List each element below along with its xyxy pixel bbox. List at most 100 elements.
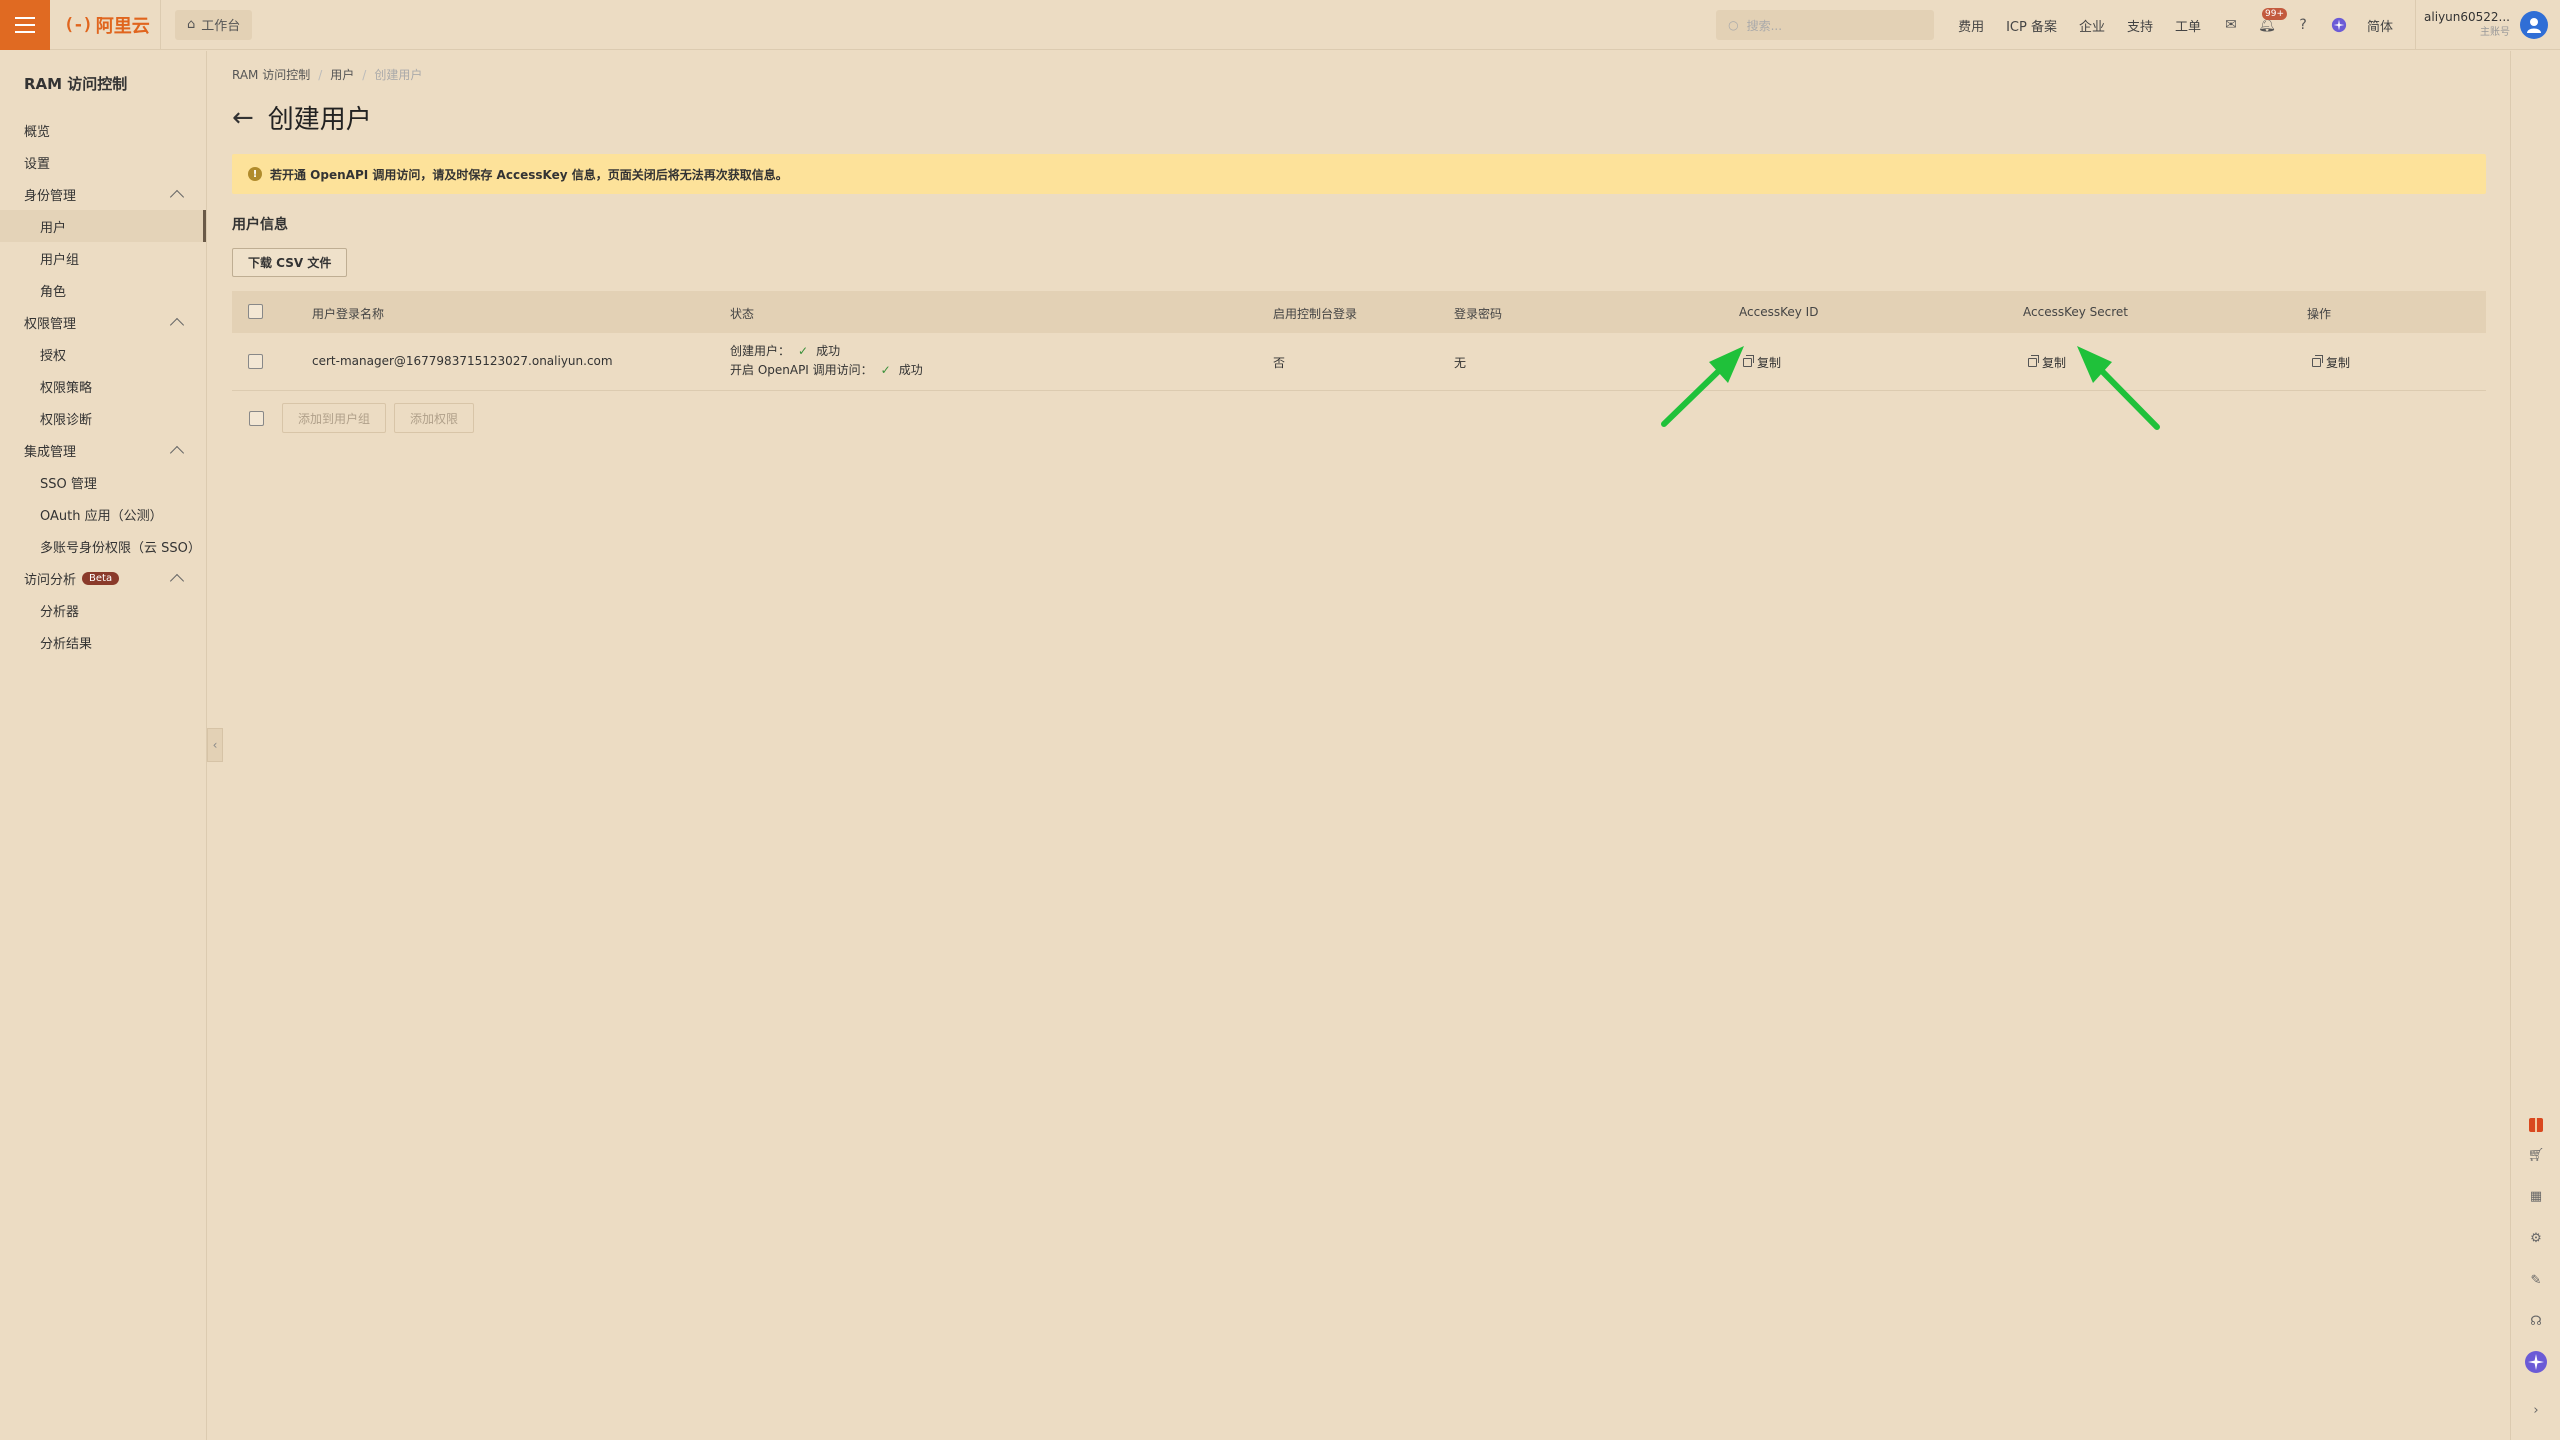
status-create-value: 成功 — [816, 344, 841, 358]
breadcrumb-separator: / — [318, 67, 323, 82]
top-link-ticket[interactable]: 工单 — [2175, 16, 2201, 35]
sidebar-title: RAM 访问控制 — [24, 75, 128, 93]
top-bar: (-) 阿里云 ⌂ 工作台 ○ 搜索... 费用 ICP 备案 企业 支持 工单… — [0, 0, 2560, 50]
status-create-label: 创建用户： — [730, 344, 791, 358]
chevron-left-icon: ‹ — [212, 738, 218, 752]
search-input[interactable]: ○ 搜索... — [1716, 10, 1935, 40]
console-login-value: 否 — [1273, 356, 1286, 370]
sidebar-item-diagnosis[interactable]: 权限诊断 — [0, 402, 206, 434]
chevron-up-icon — [169, 189, 185, 204]
header-operation: 操作 — [2307, 307, 2332, 321]
check-icon: ✓ — [798, 344, 809, 358]
copy-label: 复制 — [1757, 356, 1782, 370]
beta-badge: Beta — [82, 571, 120, 585]
gear-icon[interactable]: ⚙ — [2528, 1230, 2544, 1246]
sidebar-item-label: 权限策略 — [40, 380, 93, 396]
add-permission-button[interactable]: 添加权限 — [394, 403, 475, 433]
user-menu[interactable]: aliyun60522... 主账号 — [2415, 0, 2560, 50]
warning-alert: ! 若开通 OpenAPI 调用访问，请及时保存 AccessKey 信息，页面… — [232, 154, 2486, 194]
table-row: cert-manager@1677983715123027.onaliyun.c… — [232, 333, 2486, 391]
hamburger-menu-icon[interactable] — [0, 0, 50, 50]
sidebar-item-label: 用户 — [40, 220, 67, 236]
status-cell: 创建用户： ✓ 成功 开启 OpenAPI 调用访问： ✓ 成功 — [730, 342, 923, 380]
top-link-icp[interactable]: ICP 备案 — [2006, 16, 2057, 35]
top-link-support[interactable]: 支持 — [2127, 16, 2153, 35]
right-toolbar: 🛒︎ ▦ ⚙ ✎ ☊ › — [2510, 51, 2560, 1440]
status-openapi-label: 开启 OpenAPI 调用访问： — [730, 363, 873, 377]
header-status: 状态 — [730, 307, 755, 321]
copy-accesskey-secret-button[interactable]: 复制 — [2028, 354, 2066, 371]
workbench-label: 工作台 — [201, 19, 241, 34]
search-icon: ○ — [1728, 18, 1739, 32]
header-accesskey-id: AccessKey ID — [1739, 305, 1819, 319]
ai-assistant-icon[interactable] — [2331, 17, 2347, 33]
sidebar-item-oauth[interactable]: OAuth 应用（公测） — [0, 498, 206, 530]
sidebar-item-analysis-results[interactable]: 分析结果 — [0, 626, 206, 658]
row-checkbox[interactable] — [248, 354, 263, 369]
sidebar-group-permissions[interactable]: 权限管理 — [0, 306, 206, 338]
add-to-group-button[interactable]: 添加到用户组 — [282, 403, 387, 433]
home-icon: ⌂ — [187, 17, 196, 32]
copy-accesskey-id-button[interactable]: 复制 — [1743, 354, 1781, 371]
workbench-button[interactable]: ⌂ 工作台 — [175, 9, 253, 40]
sidebar-item-settings[interactable]: 设置 — [0, 146, 206, 178]
cart-icon[interactable]: 🛒︎ — [2528, 1147, 2545, 1163]
logo-mark: (-) — [64, 14, 93, 35]
sidebar-group-access-analysis[interactable]: 访问分析 Beta — [0, 562, 206, 594]
notification-badge: 99+ — [2262, 8, 2288, 20]
sidebar-item-users[interactable]: 用户 — [0, 210, 206, 242]
bulk-select-checkbox[interactable] — [249, 410, 264, 426]
sidebar-item-cloud-sso[interactable]: 多账号身份权限（云 SSO） — [0, 530, 206, 562]
avatar[interactable] — [2520, 11, 2548, 39]
select-all-checkbox[interactable] — [248, 304, 263, 319]
back-arrow-icon[interactable]: ← — [232, 105, 254, 131]
top-link-enterprise[interactable]: 企业 — [2079, 16, 2105, 35]
sidebar-group-integration[interactable]: 集成管理 — [0, 434, 206, 466]
ai-assistant-icon[interactable] — [2524, 1350, 2548, 1374]
sidebar-item-label: OAuth 应用（公测） — [40, 508, 163, 524]
breadcrumb: RAM 访问控制 / 用户 / 创建用户 — [232, 66, 2486, 83]
language-switch[interactable]: 简体 — [2367, 16, 2393, 35]
breadcrumb-ram[interactable]: RAM 访问控制 — [232, 66, 310, 83]
chevron-up-icon — [169, 317, 185, 332]
sidebar-item-label: 分析器 — [40, 604, 80, 620]
logo-text: 阿里云 — [95, 15, 150, 37]
help-icon[interactable]: ? — [2295, 17, 2311, 33]
sidebar-item-overview[interactable]: 概览 — [0, 114, 206, 146]
aliyun-logo[interactable]: (-) 阿里云 — [64, 12, 160, 38]
sidebar-item-policies[interactable]: 权限策略 — [0, 370, 206, 402]
copy-icon — [2028, 355, 2039, 367]
breadcrumb-users[interactable]: 用户 — [330, 66, 354, 83]
bell-icon[interactable]: 🔔︎ 99+ — [2258, 8, 2288, 33]
copy-all-button[interactable]: 复制 — [2312, 354, 2350, 371]
chevron-up-icon — [169, 573, 185, 588]
sidebar-item-label: 授权 — [40, 348, 67, 364]
sidebar-item-sso[interactable]: SSO 管理 — [0, 466, 206, 498]
password-value: 无 — [1454, 356, 1467, 370]
sidebar-group-label: 访问分析 — [24, 572, 77, 588]
sidebar-item-grants[interactable]: 授权 — [0, 338, 206, 370]
sidebar-collapse-handle[interactable]: ‹ — [207, 728, 223, 762]
message-icon[interactable]: ✉ — [2223, 17, 2239, 33]
sidebar-item-label: 概览 — [24, 124, 51, 140]
edit-icon[interactable]: ✎ — [2528, 1272, 2544, 1288]
sidebar-item-user-groups[interactable]: 用户组 — [0, 242, 206, 274]
top-link-fees[interactable]: 费用 — [1958, 16, 1984, 35]
user-table: 用户登录名称 状态 启用控制台登录 登录密码 AccessKey ID Acce… — [232, 291, 2486, 391]
sidebar-group-identity[interactable]: 身份管理 — [0, 178, 206, 210]
copy-icon — [1743, 355, 1754, 367]
calculator-icon[interactable]: ▦ — [2528, 1188, 2544, 1204]
search-placeholder: 搜索... — [1746, 18, 1783, 33]
copy-label: 复制 — [2326, 356, 2351, 370]
gift-icon[interactable] — [2528, 1116, 2544, 1132]
header-accesskey-secret: AccessKey Secret — [2023, 305, 2129, 319]
bulk-actions: 添加到用户组 添加权限 — [232, 403, 2486, 433]
check-icon: ✓ — [880, 363, 891, 377]
info-icon: ! — [248, 167, 262, 181]
download-csv-button[interactable]: 下载 CSV 文件 — [232, 248, 348, 277]
sidebar-item-analyzer[interactable]: 分析器 — [0, 594, 206, 626]
chevron-right-icon[interactable]: › — [2528, 1402, 2544, 1418]
sidebar-item-label: 多账号身份权限（云 SSO） — [40, 540, 201, 556]
sidebar-item-roles[interactable]: 角色 — [0, 274, 206, 306]
headset-icon[interactable]: ☊ — [2528, 1313, 2544, 1329]
